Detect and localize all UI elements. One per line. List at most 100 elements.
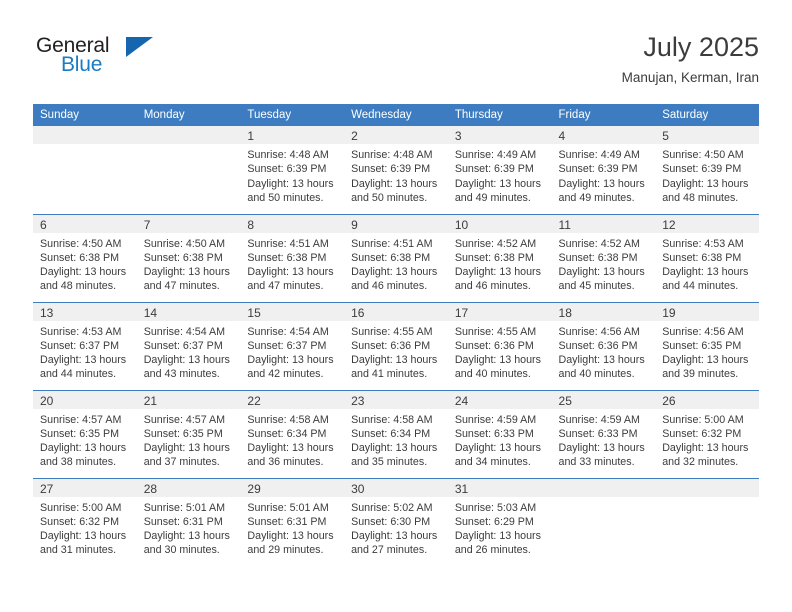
sunset-text: Sunset: 6:35 PM bbox=[143, 427, 223, 440]
calendar-day-cell[interactable]: 11 Sunrise: 4:52 AM Sunset: 6:38 PM Dayligh… bbox=[551, 214, 656, 303]
calendar-day-cell[interactable]: 29 Sunrise: 5:01 AM Sunset: 6:31 PM Dayligh… bbox=[240, 478, 345, 566]
daylight-text: and 49 minutes. bbox=[558, 191, 635, 204]
calendar-day-cell[interactable]: 23 Sunrise: 4:58 AM Sunset: 6:34 PM Dayligh… bbox=[344, 390, 448, 479]
calendar-day-cell[interactable]: 6 Sunrise: 4:50 AM Sunset: 6:38 PM Daylight… bbox=[33, 214, 137, 303]
day-cell-inner: 12 Sunrise: 4:53 AM Sunset: 6:38 PM Dayligh… bbox=[655, 214, 759, 302]
calendar-day-cell[interactable]: 9 Sunrise: 4:51 AM Sunset: 6:38 PM Daylight… bbox=[344, 214, 448, 303]
calendar-day-cell[interactable]: 4 Sunrise: 4:49 AM Sunset: 6:39 PM Daylight… bbox=[551, 126, 656, 215]
calendar-day-cell[interactable]: 19 Sunrise: 4:56 AM Sunset: 6:35 PM Dayligh… bbox=[655, 302, 759, 391]
calendar-day-cell[interactable]: 1 Sunrise: 4:48 AM Sunset: 6:39 PM Daylight… bbox=[240, 126, 345, 215]
calendar-day-cell[interactable]: 17 Sunrise: 4:55 AM Sunset: 6:36 PM Dayligh… bbox=[447, 302, 552, 391]
day-details: Sunrise: 4:50 AM Sunset: 6:38 PM Daylight:… bbox=[33, 233, 137, 294]
sunset-text: Sunset: 6:37 PM bbox=[40, 339, 120, 352]
calendar-week-row: 20 Sunrise: 4:57 AM Sunset: 6:35 PM Dayligh… bbox=[33, 390, 759, 479]
calendar-day-cell[interactable]: 2 Sunrise: 4:48 AM Sunset: 6:39 PM Daylight… bbox=[344, 126, 448, 215]
daylight-text: and 35 minutes. bbox=[351, 456, 428, 469]
day-cell-inner: 28 Sunrise: 5:01 AM Sunset: 6:31 PM Dayligh… bbox=[136, 478, 241, 567]
calendar-day-cell[interactable]: 24 Sunrise: 4:59 AM Sunset: 6:33 PM Dayligh… bbox=[447, 390, 552, 479]
day-cell-inner: 18 Sunrise: 4:56 AM Sunset: 6:36 PM Dayligh… bbox=[551, 302, 656, 390]
calendar-day-cell[interactable]: 7 Sunrise: 4:50 AM Sunset: 6:38 PM Daylight… bbox=[136, 214, 241, 303]
logo-text-blue: Blue bbox=[61, 53, 103, 76]
day-number: 14 bbox=[143, 305, 158, 320]
day-cell-inner: 22 Sunrise: 4:58 AM Sunset: 6:34 PM Dayligh… bbox=[240, 390, 345, 478]
general-blue-logo[interactable]: General Blue bbox=[33, 34, 163, 82]
calendar-day-cell[interactable]: 25 Sunrise: 4:59 AM Sunset: 6:33 PM Dayligh… bbox=[551, 390, 656, 479]
sunset-text: Sunset: 6:39 PM bbox=[454, 163, 534, 176]
day-details: Sunrise: 4:49 AM Sunset: 6:39 PM Daylight:… bbox=[448, 144, 552, 205]
page-header: General Blue July 2025 Manujan, Kerman, … bbox=[33, 30, 759, 100]
calendar-day-cell[interactable]: 26 Sunrise: 5:00 AM Sunset: 6:32 PM Dayligh… bbox=[655, 390, 759, 479]
daylight-text: and 50 minutes. bbox=[351, 191, 428, 204]
calendar-day-cell[interactable]: 5 Sunrise: 4:50 AM Sunset: 6:39 PM Daylight… bbox=[655, 126, 759, 215]
location-subtitle: Manujan, Kerman, Iran bbox=[621, 70, 759, 85]
sunrise-text: Sunrise: 4:50 AM bbox=[662, 149, 744, 161]
calendar-day-cell[interactable]: 12 Sunrise: 4:53 AM Sunset: 6:38 PM Dayligh… bbox=[655, 214, 759, 303]
day-details: Sunrise: 4:57 AM Sunset: 6:35 PM Daylight:… bbox=[137, 409, 241, 470]
calendar-day-cell[interactable]: 10 Sunrise: 4:52 AM Sunset: 6:38 PM Dayligh… bbox=[447, 214, 552, 303]
calendar-day-cell[interactable]: 3 Sunrise: 4:49 AM Sunset: 6:39 PM Daylight… bbox=[447, 126, 552, 215]
calendar-day-cell[interactable]: 28 Sunrise: 5:01 AM Sunset: 6:31 PM Dayligh… bbox=[136, 478, 241, 567]
calendar-day-cell[interactable]: 18 Sunrise: 4:56 AM Sunset: 6:36 PM Dayligh… bbox=[551, 302, 656, 391]
day-cell-inner bbox=[551, 478, 656, 567]
sunrise-text: Sunrise: 4:49 AM bbox=[558, 149, 640, 161]
calendar-day-cell[interactable]: 8 Sunrise: 4:51 AM Sunset: 6:38 PM Daylight… bbox=[240, 214, 345, 303]
day-number-band bbox=[136, 126, 241, 144]
calendar-day-cell[interactable]: 22 Sunrise: 4:58 AM Sunset: 6:34 PM Dayligh… bbox=[240, 390, 345, 479]
day-details: Sunrise: 4:48 AM Sunset: 6:39 PM Daylight:… bbox=[344, 144, 448, 205]
day-number: 24 bbox=[454, 393, 469, 408]
calendar-day-cell[interactable]: 21 Sunrise: 4:57 AM Sunset: 6:35 PM Dayligh… bbox=[136, 390, 241, 479]
calendar-day-cell[interactable]: 30 Sunrise: 5:02 AM Sunset: 6:30 PM Dayligh… bbox=[344, 478, 448, 566]
day-number: 11 bbox=[558, 217, 571, 232]
calendar-day-cell[interactable]: 13 Sunrise: 4:53 AM Sunset: 6:37 PM Dayligh… bbox=[33, 302, 137, 391]
sunrise-text: Sunrise: 4:49 AM bbox=[454, 149, 537, 161]
daylight-text: Daylight: 13 hours bbox=[351, 354, 438, 367]
day-cell-inner: 25 Sunrise: 4:59 AM Sunset: 6:33 PM Dayligh… bbox=[551, 390, 656, 478]
daylight-text: Daylight: 13 hours bbox=[247, 530, 334, 543]
day-cell-inner: 16 Sunrise: 4:55 AM Sunset: 6:36 PM Dayligh… bbox=[344, 302, 448, 390]
daylight-text: Daylight: 13 hours bbox=[662, 354, 749, 367]
calendar-day-cell[interactable]: 20 Sunrise: 4:57 AM Sunset: 6:35 PM Dayligh… bbox=[33, 390, 137, 479]
day-number-band: 21 bbox=[136, 390, 241, 409]
day-cell-inner: 9 Sunrise: 4:51 AM Sunset: 6:38 PM Daylight… bbox=[344, 214, 448, 302]
daylight-text: Daylight: 13 hours bbox=[40, 442, 127, 455]
calendar-body: 1 Sunrise: 4:48 AM Sunset: 6:39 PM Daylight… bbox=[33, 126, 759, 566]
daylight-text: and 40 minutes. bbox=[454, 368, 531, 381]
calendar-week-row: 6 Sunrise: 4:50 AM Sunset: 6:38 PM Daylight… bbox=[33, 214, 759, 303]
calendar-day-cell[interactable]: 15 Sunrise: 4:54 AM Sunset: 6:37 PM Dayligh… bbox=[240, 302, 345, 391]
day-number: 18 bbox=[558, 305, 572, 320]
daylight-text: Daylight: 13 hours bbox=[662, 177, 749, 190]
sunset-text: Sunset: 6:31 PM bbox=[143, 515, 223, 528]
calendar-day-cell[interactable]: 27 Sunrise: 5:00 AM Sunset: 6:32 PM Dayligh… bbox=[33, 478, 137, 566]
calendar-week-row: 1 Sunrise: 4:48 AM Sunset: 6:39 PM Daylight… bbox=[33, 126, 759, 215]
sunset-text: Sunset: 6:32 PM bbox=[40, 515, 120, 528]
day-number: 31 bbox=[454, 481, 469, 496]
calendar-day-cell[interactable]: 14 Sunrise: 4:54 AM Sunset: 6:37 PM Dayligh… bbox=[136, 302, 241, 391]
daylight-text: Daylight: 13 hours bbox=[40, 266, 127, 279]
daylight-text: Daylight: 13 hours bbox=[558, 177, 645, 190]
daylight-text: and 41 minutes. bbox=[351, 368, 428, 381]
daylight-text: and 38 minutes. bbox=[40, 456, 117, 469]
calendar-day-cell[interactable]: 31 Sunrise: 5:03 AM Sunset: 6:29 PM Dayligh… bbox=[447, 478, 552, 566]
day-cell-inner: 26 Sunrise: 5:00 AM Sunset: 6:32 PM Dayligh… bbox=[655, 390, 759, 478]
calendar-header-row: Sunday Monday Tuesday Wednesday Thursday Frid… bbox=[33, 104, 759, 126]
day-details bbox=[655, 497, 759, 501]
day-number-band: 23 bbox=[344, 390, 448, 409]
day-details: Sunrise: 4:54 AM Sunset: 6:37 PM Daylight:… bbox=[137, 321, 241, 382]
sunset-text: Sunset: 6:31 PM bbox=[247, 515, 327, 528]
sunset-text: Sunset: 6:35 PM bbox=[40, 427, 120, 440]
daylight-text: and 40 minutes. bbox=[558, 368, 635, 381]
day-number: 9 bbox=[351, 217, 358, 232]
day-number-band: 4 bbox=[551, 126, 656, 144]
calendar: Sunday Monday Tuesday Wednesday Thursday Frid… bbox=[33, 104, 759, 566]
daylight-text: and 36 minutes. bbox=[247, 456, 324, 469]
daylight-text: and 44 minutes. bbox=[662, 280, 739, 293]
daylight-text: Daylight: 13 hours bbox=[247, 177, 334, 190]
daylight-text: Daylight: 13 hours bbox=[454, 266, 541, 279]
calendar-day-cell-empty bbox=[655, 478, 759, 566]
calendar-day-cell[interactable]: 16 Sunrise: 4:55 AM Sunset: 6:36 PM Dayligh… bbox=[344, 302, 448, 391]
day-number-band: 16 bbox=[344, 302, 448, 321]
day-number-band: 13 bbox=[33, 302, 137, 321]
day-number: 21 bbox=[143, 393, 158, 408]
sunset-text: Sunset: 6:33 PM bbox=[454, 427, 534, 440]
sunrise-text: Sunrise: 4:52 AM bbox=[454, 237, 537, 250]
